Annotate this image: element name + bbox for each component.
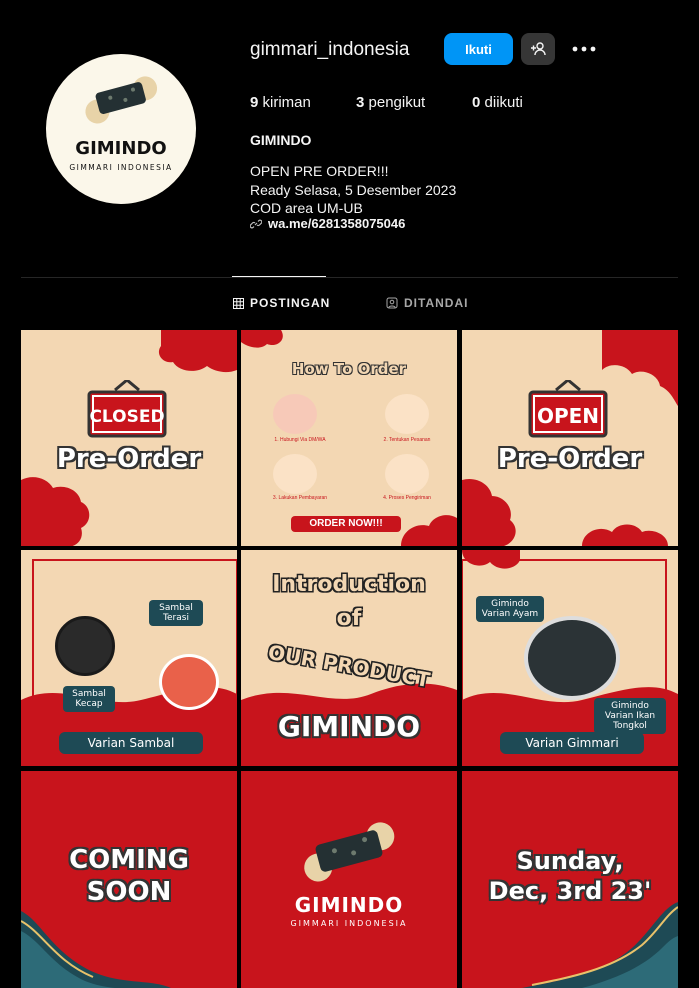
following-label: diikuti [484,94,523,111]
post-tile-7[interactable]: COMING SOON [21,771,237,988]
follow-button[interactable]: Ikuti [444,33,513,65]
bio-line: OPEN PRE ORDER!!! [250,163,389,179]
profile-bio: OPEN PRE ORDER!!! Ready Selasa, 5 Desemb… [250,162,456,218]
bio-line: Ready Selasa, 5 Desember 2023 [250,181,457,198]
link-icon [250,219,262,228]
grid-icon [233,297,244,309]
tagged-icon [386,297,398,309]
tab-posts-label: POSTINGAN [250,296,331,310]
intro-line-2: of [336,606,362,631]
label-varian-ayam: Gimindo Varian Ayam [476,596,544,622]
order-list-icon [385,394,429,434]
tab-posts[interactable]: POSTINGAN [233,296,330,310]
post-tile-1[interactable]: CLOSED Pre-Order [21,330,237,546]
step-1: 1. Hubungi Via DM/WA [274,437,326,443]
more-icon [572,46,596,52]
variant-caption: Varian Gimmari [500,732,644,754]
date-line-2: Dec, 3rd 23' [488,877,652,905]
variant-caption: Varian Sambal [59,732,203,754]
followers-count: 3 [356,94,365,111]
label-varian-tongkol: Gimindo Varian Ikan Tongkol [594,698,666,734]
avatar-brand: GIMINDO [75,138,166,159]
stat-posts: 9 kiriman [250,94,311,111]
stat-followers[interactable]: 3 pengikut [356,94,425,111]
intro-line-1: Introduction [272,572,426,597]
delivery-icon [385,454,429,494]
posts-label: kiriman [262,94,311,111]
gimindo-logo-icon: GIMINDO GIMMARI INDONESIA [69,76,172,172]
coming-soon-line-1: COMING [69,845,189,875]
post-tile-5[interactable]: Introduction of OUR PRODUCT GIMINDO [241,550,457,766]
gimmari-dish-icon [524,616,620,700]
post-tile-9[interactable]: Sunday, Dec, 3rd 23' [462,771,678,988]
step-2: 2. Tentukan Pesanan [383,437,431,443]
posts-count: 9 [250,94,259,111]
bio-line: COD area UM-UB [250,200,363,216]
followers-label: pengikut [368,94,426,111]
following-count: 0 [472,94,481,111]
link-text[interactable]: wa.me/6281358075046 [268,216,405,231]
post-title: Pre-Order [497,444,643,474]
profile-full-name: GIMINDO [250,132,312,148]
avatar-subtitle: GIMMARI INDONESIA [69,163,172,172]
suggest-users-button[interactable] [521,33,555,65]
date-line-1: Sunday, [516,847,624,875]
step-4: 4. Proses Pengiriman [383,495,431,501]
order-now-badge: ORDER NOW!!! [291,516,401,532]
post-logo-subtitle: GIMMARI INDONESIA [290,919,408,928]
tabs-divider [21,277,678,278]
stat-following[interactable]: 0 diikuti [472,94,523,111]
closed-sign-text: CLOSED [89,407,164,427]
closed-sign-icon: CLOSED [87,380,167,438]
post-tile-3[interactable]: OPEN Pre-Order [462,330,678,546]
payment-icon [273,454,317,494]
how-to-order-title: How To Order [291,360,407,378]
post-tile-8[interactable]: GIMINDO GIMMARI INDONESIA [241,771,457,988]
profile-link[interactable]: wa.me/6281358075046 [250,216,405,231]
phone-icon [273,394,317,434]
label-sambal-kecap: Sambal Kecap [63,686,115,712]
post-tile-2[interactable]: How To Order 1. Hubungi Via DM/WA 2. Ten… [241,330,457,546]
active-tab-indicator [232,276,326,277]
label-sambal-terasi: Sambal Terasi [149,600,203,626]
more-options-button[interactable] [569,38,599,60]
sambal-kecap-bowl-icon [55,616,115,676]
coming-soon-line-2: SOON [86,877,172,907]
add-user-icon [531,42,546,56]
tab-tagged-label: DITANDAI [404,296,469,310]
logo-graphic [304,822,395,882]
post-tile-4[interactable]: Sambal Terasi Sambal Kecap Varian Sambal [21,550,237,766]
tab-tagged[interactable]: DITANDAI [386,296,468,310]
profile-avatar[interactable]: GIMINDO GIMMARI INDONESIA [46,54,196,204]
intro-brand: GIMINDO [277,710,421,743]
step-3: 3. Lakukan Pembayaran [272,495,328,501]
profile-username: gimmari_indonesia [250,39,410,60]
open-sign-text: OPEN [537,404,599,428]
open-sign-icon: OPEN [528,380,608,438]
sambal-terasi-bowl-icon [159,654,219,710]
post-logo-brand: GIMINDO [294,893,404,917]
post-tile-6[interactable]: Gimindo Varian Ayam Gimindo Varian Ikan … [462,550,678,766]
post-title: Pre-Order [56,444,202,474]
